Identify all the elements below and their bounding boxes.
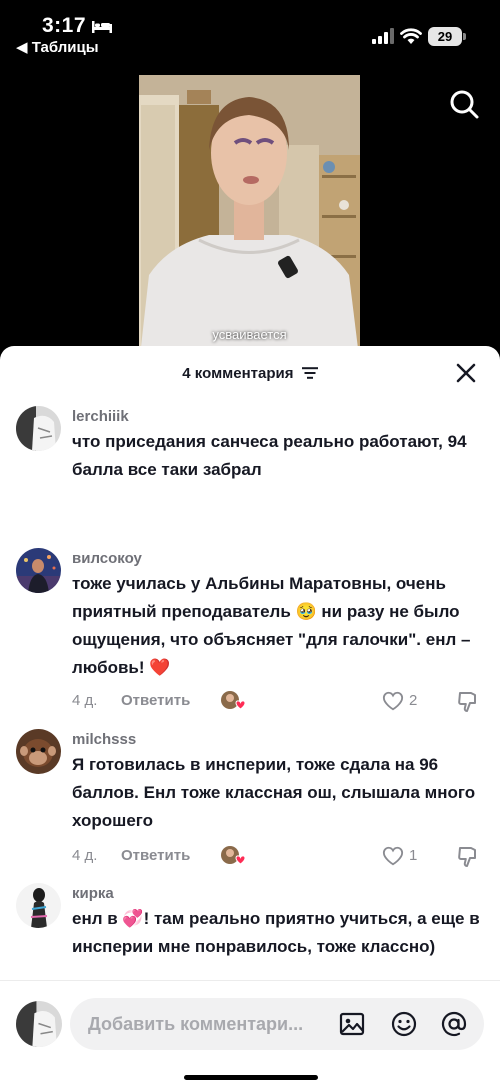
home-indicator[interactable] <box>184 1075 318 1080</box>
comment-item: lerchiiik что приседания санчеса реально… <box>0 404 500 534</box>
emoji-icon[interactable] <box>390 1010 418 1038</box>
comments-count-label: 4 комментария <box>182 365 294 382</box>
comment-age: 4 д. <box>72 692 98 709</box>
creator-liked-icon <box>221 846 246 865</box>
comments-sheet: 4 комментария lerchiiik что приседания с… <box>0 346 500 1084</box>
video-caption: усваивается <box>212 327 287 342</box>
search-icon[interactable] <box>448 88 480 120</box>
reply-button[interactable]: Ответить <box>121 847 190 864</box>
comment-username[interactable]: кирка <box>72 885 114 902</box>
back-to-app-link[interactable]: ◀ Таблицы <box>16 38 99 56</box>
battery-indicator: 29 <box>428 27 462 46</box>
comment-input[interactable] <box>88 998 328 1050</box>
comment-composer <box>0 980 500 1084</box>
avatar[interactable] <box>16 883 61 928</box>
thumbs-down-icon[interactable] <box>456 845 480 869</box>
comment-item: вилсокоу тоже училась у Альбины Маратовн… <box>0 546 500 716</box>
comments-header: 4 комментария <box>0 346 500 400</box>
comment-text: тоже училась у Альбины Маратовны, очень … <box>72 574 471 677</box>
clock: 3:17 <box>42 14 87 37</box>
avatar[interactable] <box>16 729 61 774</box>
sleep-mode-icon <box>92 21 112 33</box>
reply-button[interactable]: Ответить <box>121 692 190 709</box>
avatar[interactable] <box>16 548 61 593</box>
my-avatar[interactable] <box>16 1001 62 1047</box>
like-count: 2 <box>409 692 418 709</box>
avatar[interactable] <box>16 406 61 451</box>
comment-item: кирка енл в 💞! там реально приятно учить… <box>0 881 500 991</box>
like-count: 1 <box>409 847 418 864</box>
comment-username[interactable]: lerchiiik <box>72 408 129 425</box>
comment-item: milchsss Я готовилась в инсперии, тоже с… <box>0 727 500 867</box>
status-bar: 3:17 ◀ Таблицы 29 <box>0 0 500 60</box>
comment-username[interactable]: milchsss <box>72 731 136 748</box>
comment-actions: 4 д. Ответить 2 <box>72 689 484 713</box>
image-icon[interactable] <box>338 1010 366 1038</box>
comments-count-title[interactable]: 4 комментария <box>0 365 500 382</box>
close-icon[interactable] <box>456 363 476 383</box>
wifi-icon <box>400 28 422 44</box>
comment-actions: 4 д. Ответить 1 <box>72 844 484 868</box>
comment-text: Я готовилась в инсперии, тоже сдала на 9… <box>72 755 476 830</box>
cellular-signal-icon <box>372 28 394 44</box>
creator-liked-icon <box>221 691 246 710</box>
comment-age: 4 д. <box>72 847 98 864</box>
battery-tip <box>463 33 466 40</box>
mention-icon[interactable] <box>440 1010 468 1038</box>
comment-username[interactable]: вилсокоу <box>72 550 142 567</box>
video-frame-image <box>139 75 360 365</box>
heart-outline-icon[interactable] <box>382 845 404 867</box>
comment-input-wrapper <box>70 998 484 1050</box>
sort-filter-icon[interactable] <box>301 367 318 379</box>
heart-outline-icon[interactable] <box>382 690 404 712</box>
thumbs-down-icon[interactable] <box>456 690 480 714</box>
comment-text: что приседания санчеса реально работают,… <box>72 432 467 479</box>
comment-text: енл в 💞! там реально приятно учиться, а … <box>72 909 480 956</box>
video-player[interactable]: усваивается <box>139 75 360 365</box>
